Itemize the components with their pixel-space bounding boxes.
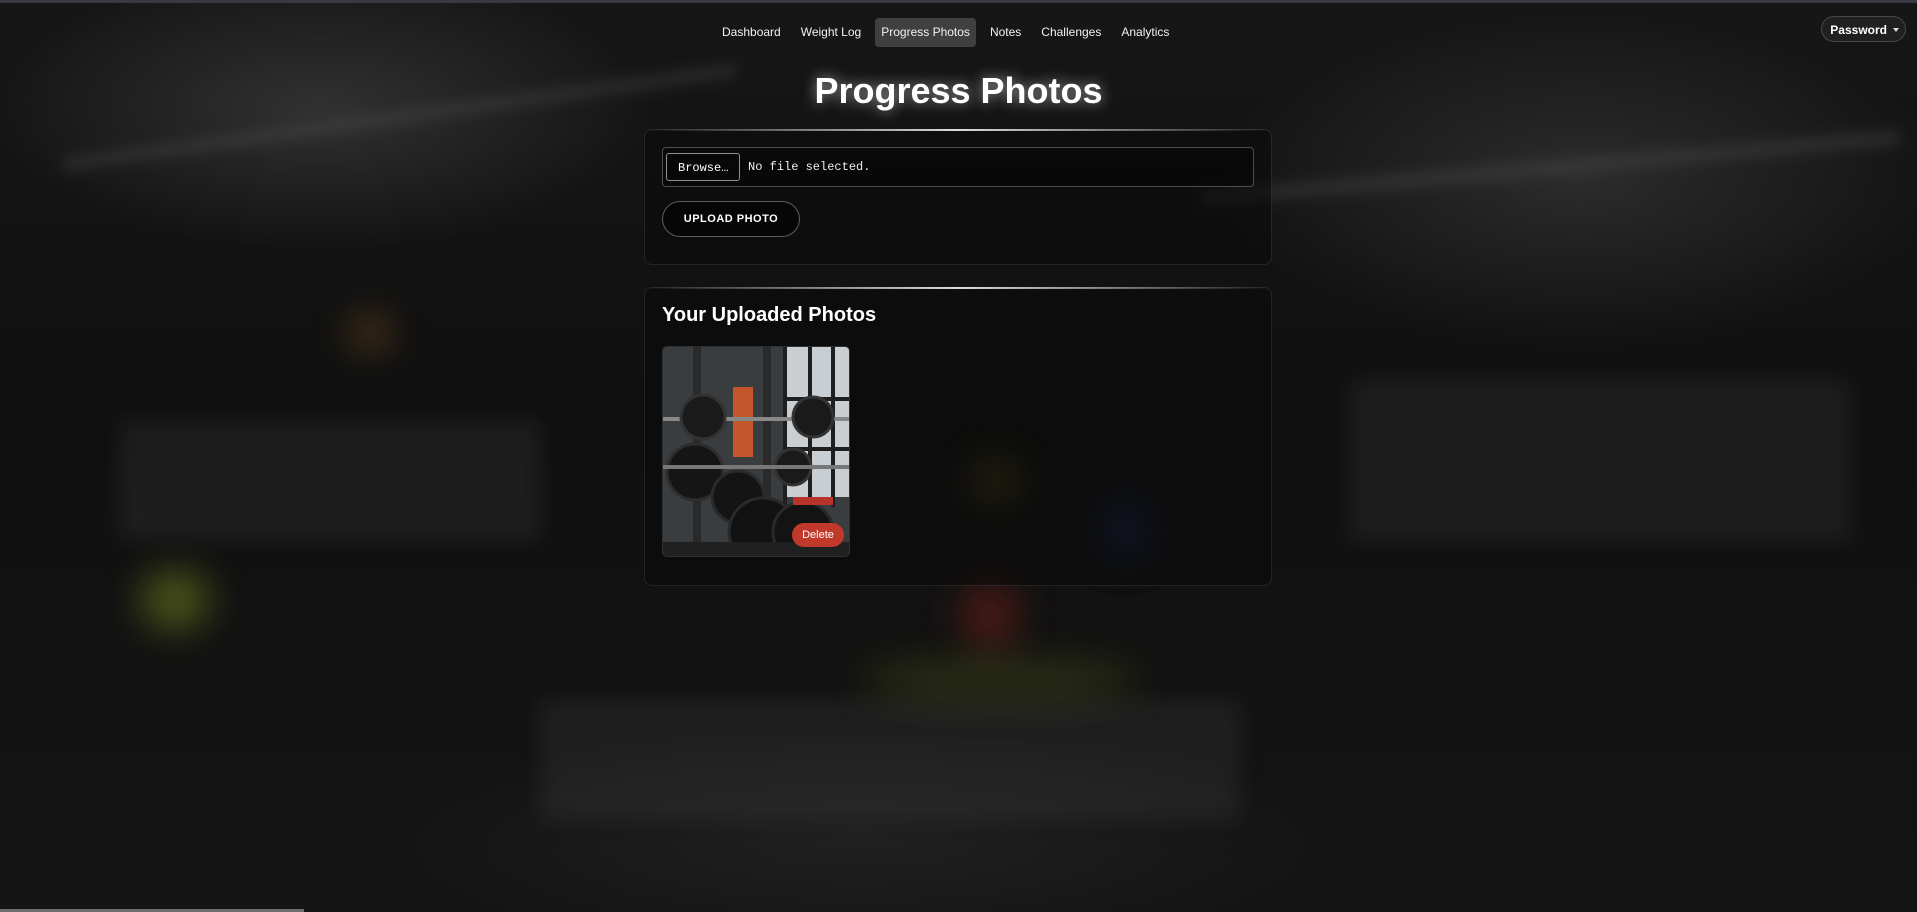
upload-photo-button[interactable]: UPLOAD PHOTO [662,201,800,237]
photo-thumbnail[interactable]: Delete [662,346,850,557]
account-dropdown-button[interactable]: Password [1821,16,1906,42]
file-status-text: No file selected. [748,160,871,174]
nav-notes[interactable]: Notes [984,18,1027,47]
background-light [350,315,390,350]
main-nav: Dashboard Weight Log Progress Photos Not… [716,18,1175,47]
delete-photo-button[interactable]: Delete [792,523,844,547]
background-light [960,580,1020,650]
window-top-border [0,0,1917,3]
uploaded-photos-heading: Your Uploaded Photos [662,304,877,326]
background-shelf [1350,380,1850,540]
nav-challenges[interactable]: Challenges [1035,18,1107,47]
nav-weight-log[interactable]: Weight Log [795,18,868,47]
uploaded-photos-card: Your Uploaded Photos Delete [644,287,1272,586]
upload-card: Browse… No file selected. UPLOAD PHOTO [644,129,1272,265]
nav-analytics[interactable]: Analytics [1115,18,1175,47]
background-light [140,570,210,630]
background-shelf [120,420,540,540]
nav-progress-photos[interactable]: Progress Photos [875,18,976,47]
background-bench [540,700,1240,820]
file-input[interactable]: Browse… No file selected. [662,147,1254,187]
background-beam [1200,129,1900,207]
chevron-down-icon [1893,28,1899,32]
background-light [860,660,1140,700]
nav-dashboard[interactable]: Dashboard [716,18,787,47]
account-dropdown-label: Password [1830,23,1887,37]
browse-button[interactable]: Browse… [666,153,741,181]
page-title: Progress Photos [814,70,1103,111]
